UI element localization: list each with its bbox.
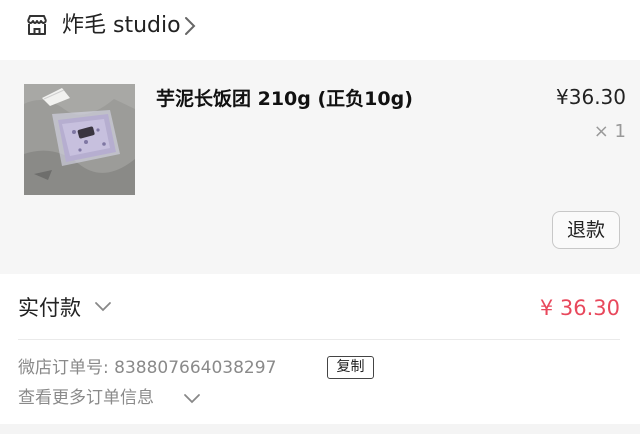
paid-amount-label: 实付款 xyxy=(18,296,81,320)
copy-order-number-button[interactable]: 复制 xyxy=(327,356,374,379)
shop-header[interactable]: 炸毛 studio xyxy=(0,0,640,60)
chevron-right-icon[interactable] xyxy=(183,15,197,37)
more-order-info-link[interactable]: 查看更多订单信息 xyxy=(18,385,154,411)
shop-name[interactable]: 炸毛 studio xyxy=(62,12,181,40)
section-separator xyxy=(0,424,640,434)
product-image[interactable] xyxy=(24,84,135,195)
order-number: 838807664038297 xyxy=(114,358,277,378)
order-number-row: 微店订单号: 838807664038297 xyxy=(18,355,276,381)
item-price: ¥36.30 xyxy=(556,85,626,109)
chevron-down-icon[interactable] xyxy=(183,393,201,405)
store-icon xyxy=(27,15,47,35)
order-number-label: 微店订单号: xyxy=(18,358,109,378)
order-item-card[interactable]: 芋泥长饭团 210g (正负10g) ¥36.30 × 1 退款 xyxy=(0,60,640,274)
chevron-down-icon[interactable] xyxy=(94,301,112,313)
payment-summary-row[interactable]: 实付款 ¥ 36.30 xyxy=(0,274,640,340)
item-quantity: × 1 xyxy=(593,121,626,142)
refund-button[interactable]: 退款 xyxy=(552,211,620,249)
paid-amount-value: ¥ 36.30 xyxy=(539,296,620,320)
divider xyxy=(18,339,620,340)
product-title[interactable]: 芋泥长饭团 210g (正负10g) xyxy=(156,86,413,112)
